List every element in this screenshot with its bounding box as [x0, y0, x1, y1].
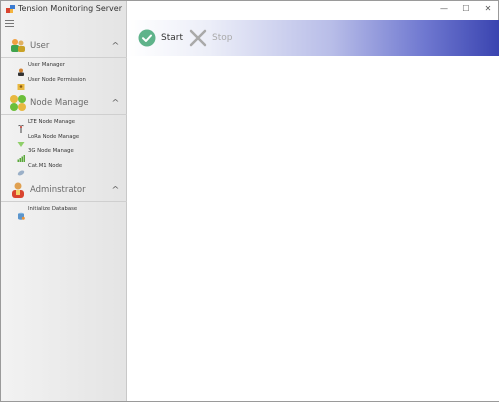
- app-title: Tension Monitoring Server: [18, 3, 122, 13]
- chevron-up-icon[interactable]: ^: [112, 98, 120, 107]
- app-logo-icon: [6, 4, 15, 13]
- sidebar-item-label: LoRa Node Manage: [28, 133, 80, 140]
- minimize-button[interactable]: —: [433, 1, 455, 15]
- sidebar-item-label: User Manager: [28, 62, 65, 69]
- title-bar: Tension Monitoring Server: [1, 1, 127, 15]
- section-label-user: User: [30, 40, 50, 51]
- section-header-user[interactable]: User ^: [1, 34, 127, 58]
- permission-icon: [17, 76, 25, 90]
- admin-icon: [9, 181, 27, 199]
- check-circle-icon: [138, 29, 156, 47]
- start-button[interactable]: Start: [138, 29, 183, 47]
- sidebar-item-label: Cat.M1 Node: [28, 162, 63, 169]
- signal-icon: [17, 147, 25, 163]
- app-window: Tension Monitoring Server User ^ User Ma…: [0, 0, 499, 402]
- section-node-manage: Node Manage ^ LTE Node Manage LoRa Node …: [1, 91, 127, 176]
- section-label-node-manage: Node Manage: [30, 97, 89, 108]
- sidebar-item-user-manager[interactable]: User Manager: [1, 58, 127, 77]
- database-icon: [17, 205, 25, 221]
- users-group-icon: [9, 37, 27, 55]
- start-label: Start: [161, 33, 183, 43]
- section-user: User ^ User Manager User Node Permission: [1, 34, 127, 90]
- stop-label: Stop: [212, 33, 233, 43]
- section-adminstrator: Adminstrator ^ Initialize Database: [1, 178, 127, 221]
- section-header-adminstrator[interactable]: Adminstrator ^: [1, 178, 127, 202]
- lora-icon: [17, 133, 25, 147]
- stop-button[interactable]: Stop: [189, 29, 232, 47]
- hamburger-menu-icon[interactable]: [5, 20, 14, 28]
- chevron-up-icon[interactable]: ^: [112, 41, 120, 50]
- content-area: [127, 56, 499, 401]
- sidebar-item-label: LTE Node Manage: [28, 119, 76, 126]
- section-header-node-manage[interactable]: Node Manage ^: [1, 91, 127, 115]
- sidebar-item-label: Initialize Database: [28, 206, 78, 213]
- sidebar-item-initialize-database[interactable]: Initialize Database: [1, 202, 127, 221]
- sidebar-item-lte-node-manage[interactable]: LTE Node Manage: [1, 115, 127, 134]
- window-controls: — ☐ ✕: [433, 1, 499, 15]
- sidebar-item-label: User Node Permission: [28, 76, 86, 83]
- sidebar: Tension Monitoring Server User ^ User Ma…: [1, 1, 127, 401]
- catm1-icon: [17, 162, 25, 176]
- lte-antenna-icon: [17, 118, 25, 134]
- sidebar-item-label: 3G Node Manage: [28, 148, 74, 155]
- user-icon: [17, 61, 25, 77]
- maximize-button[interactable]: ☐: [455, 1, 477, 15]
- section-label-adminstrator: Adminstrator: [30, 184, 86, 195]
- node-manage-icon: [9, 94, 27, 112]
- chevron-up-icon[interactable]: ^: [112, 185, 120, 194]
- x-mark-icon: [189, 29, 207, 47]
- toolbar: Start Stop: [127, 20, 499, 56]
- close-button[interactable]: ✕: [477, 1, 499, 15]
- main-area: — ☐ ✕ Start Stop: [127, 1, 499, 401]
